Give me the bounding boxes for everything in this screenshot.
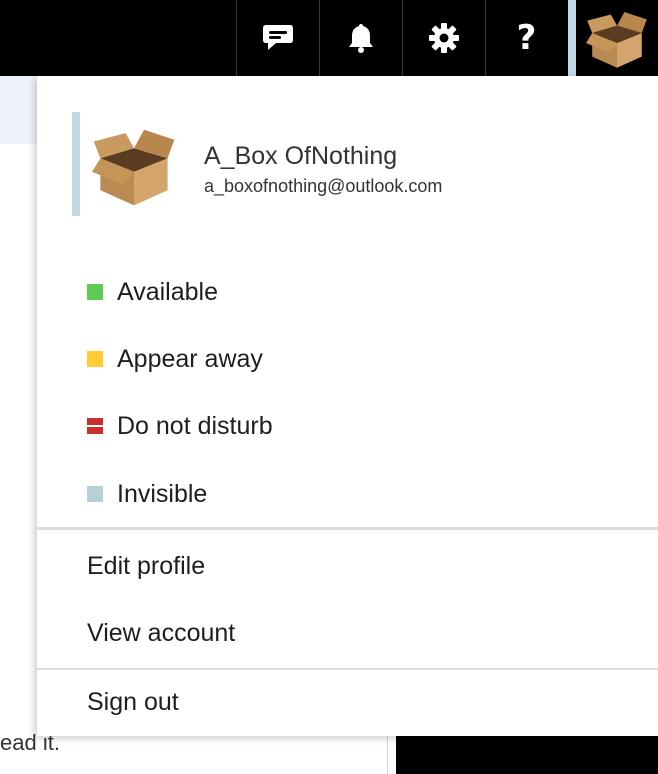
profile-name: A_Box OfNothing [204,142,398,170]
status-away-indicator [87,351,103,367]
edit-profile-link[interactable]: Edit profile [87,552,205,581]
divider [37,527,658,530]
account-dropdown: A_Box OfNothing a_boxofnothing@outlook.c… [37,76,658,736]
account-tile[interactable] [568,0,658,76]
status-label: Available [117,277,219,306]
gear-icon [428,23,459,53]
profile-card: A_Box OfNothing a_boxofnothing@outlook.c… [72,112,640,216]
notifications-button[interactable] [319,0,401,76]
status-label: Invisible [117,479,208,508]
status-available[interactable]: Available [87,272,218,312]
sign-out-link[interactable]: Sign out [87,688,179,717]
avatar [92,129,175,206]
help-button[interactable]: ? [485,0,567,76]
background-divider [387,735,388,774]
status-do-not-disturb[interactable]: Do not disturb [87,406,273,446]
status-label: Appear away [117,344,263,373]
top-bar: ? [0,0,658,76]
background-dark-area [396,736,658,774]
divider [37,668,658,670]
help-icon: ? [516,18,537,58]
chat-button[interactable] [236,0,318,76]
status-available-indicator [87,284,103,300]
status-label: Do not disturb [117,411,273,440]
status-dnd-indicator [87,418,103,434]
chat-bubble-icon [262,25,293,50]
status-appear-away[interactable]: Appear away [87,339,263,379]
settings-button[interactable] [402,0,484,76]
view-account-link[interactable]: View account [87,619,235,648]
background-band [0,76,40,144]
profile-email: a_boxofnothing@outlook.com [204,176,443,196]
status-invisible[interactable]: Invisible [87,474,207,514]
status-invisible-indicator [87,486,103,502]
bell-icon [348,24,373,53]
avatar [586,11,647,68]
